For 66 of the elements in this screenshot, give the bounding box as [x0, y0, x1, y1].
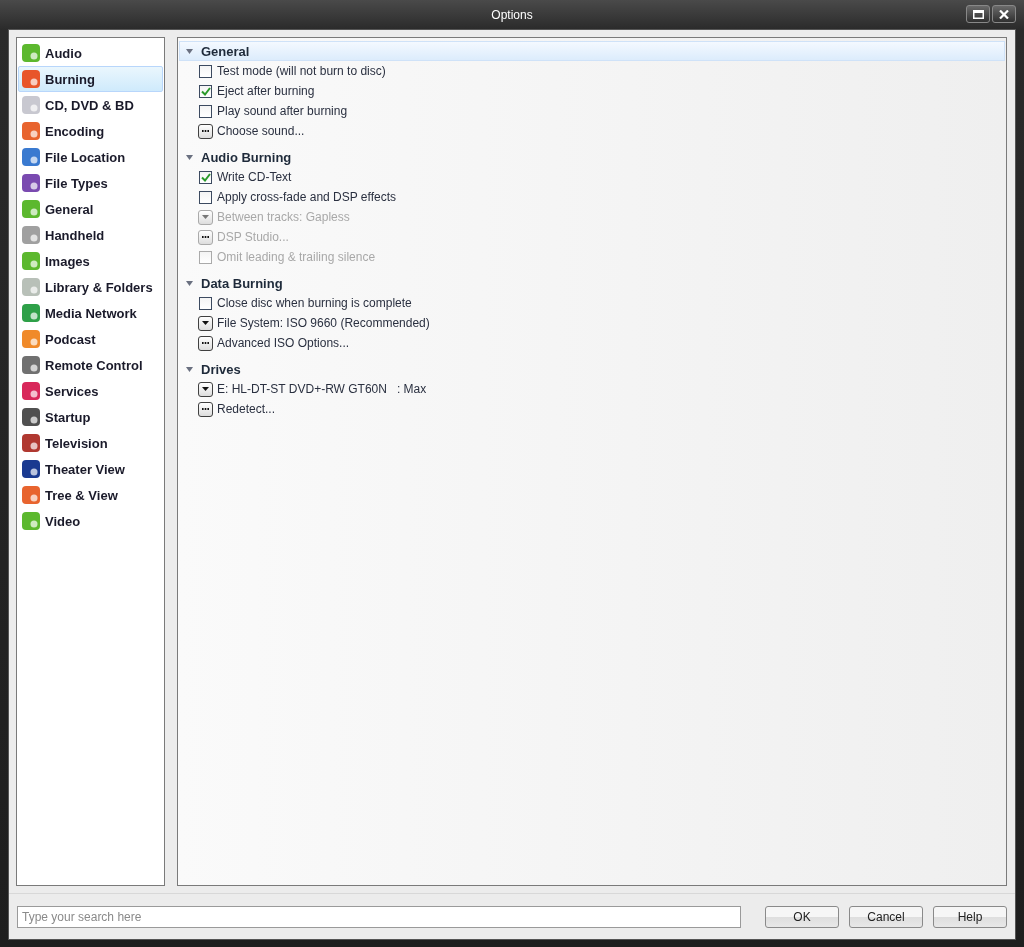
- search-field[interactable]: Type your search here: [17, 905, 741, 928]
- checkbox[interactable]: [199, 64, 212, 78]
- sidebar-item[interactable]: Media Network: [18, 300, 163, 326]
- sidebar-item[interactable]: Audio: [18, 40, 163, 66]
- option-label: Advanced ISO Options...: [217, 336, 350, 350]
- ellipsis-button[interactable]: [198, 401, 213, 417]
- collapse-triangle-icon: [186, 280, 193, 286]
- close-icon: [999, 9, 1009, 19]
- sidebar-item[interactable]: Burning: [18, 66, 163, 92]
- option-label: Choose sound...: [217, 124, 305, 138]
- sidebar-item[interactable]: Video: [18, 508, 163, 534]
- sidebar-item[interactable]: Theater View: [18, 456, 163, 482]
- checkbox[interactable]: [199, 84, 212, 98]
- sidebar-item[interactable]: CD, DVD & BD: [18, 92, 163, 118]
- option-label: Close disc when burning is complete: [217, 296, 412, 310]
- sidebar-item[interactable]: Handheld: [18, 222, 163, 248]
- ellipsis-button[interactable]: [198, 123, 213, 139]
- checkbox[interactable]: [199, 190, 212, 204]
- sidebar-item[interactable]: Library & Folders: [18, 274, 163, 300]
- sidebar-item[interactable]: Images: [18, 248, 163, 274]
- section-header[interactable]: Drives: [179, 359, 1005, 379]
- ellipsis-button[interactable]: [198, 335, 213, 351]
- checkbox[interactable]: [199, 296, 212, 310]
- checkmark-icon: [200, 86, 211, 96]
- caret-icon: [202, 215, 209, 219]
- maximize-button[interactable]: [966, 5, 990, 23]
- sidebar-item[interactable]: File Location: [18, 144, 163, 170]
- section-header[interactable]: General: [179, 41, 1005, 61]
- maximize-icon: [972, 9, 984, 19]
- collapse-triangle-icon: [186, 154, 193, 160]
- close-button[interactable]: [992, 5, 1016, 23]
- dialog-button[interactable]: Cancel: [849, 905, 923, 928]
- option-label: Write CD-Text: [217, 170, 292, 184]
- option-label: Test mode (will not burn to disc): [217, 64, 386, 78]
- checkmark-icon: [200, 172, 211, 182]
- section-header[interactable]: Data Burning: [179, 273, 1005, 293]
- checkbox[interactable]: [199, 104, 212, 118]
- window-title: Options: [491, 7, 533, 22]
- dialog-button[interactable]: OK: [765, 905, 839, 928]
- option-label: DSP Studio...: [217, 230, 289, 244]
- section-header[interactable]: Audio Burning: [179, 147, 1005, 167]
- sidebar-item[interactable]: File Types: [18, 170, 163, 196]
- caret-icon: [202, 321, 209, 325]
- caret-icon: [202, 387, 209, 391]
- sidebar-item[interactable]: Tree & View: [18, 482, 163, 508]
- checkbox[interactable]: [199, 170, 212, 184]
- collapse-triangle-icon: [186, 366, 193, 372]
- sidebar-item[interactable]: General: [18, 196, 163, 222]
- sidebar-item[interactable]: Podcast: [18, 326, 163, 352]
- option-label: E: HL-DT-ST DVD+-RW GT60N : Max: [217, 382, 427, 396]
- option-label: File System: ISO 9660 (Recommended): [217, 316, 430, 330]
- collapse-triangle-icon: [186, 48, 193, 54]
- option-label: Play sound after burning: [217, 104, 348, 118]
- option-label: Omit leading & trailing silence: [217, 250, 376, 264]
- dialog-button[interactable]: Help: [933, 905, 1007, 928]
- option-label: Redetect...: [217, 402, 276, 416]
- option-label: Apply cross-fade and DSP effects: [217, 190, 396, 204]
- sidebar-item[interactable]: Encoding: [18, 118, 163, 144]
- dropdown-button[interactable]: [198, 315, 213, 331]
- sidebar-item[interactable]: Services: [18, 378, 163, 404]
- sidebar-item[interactable]: Startup: [18, 404, 163, 430]
- sidebar-item[interactable]: Television: [18, 430, 163, 456]
- dropdown-button[interactable]: [198, 381, 213, 397]
- sidebar-item[interactable]: Remote Control: [18, 352, 163, 378]
- option-label: Eject after burning: [217, 84, 315, 98]
- option-label: Between tracks: Gapless: [217, 210, 350, 224]
